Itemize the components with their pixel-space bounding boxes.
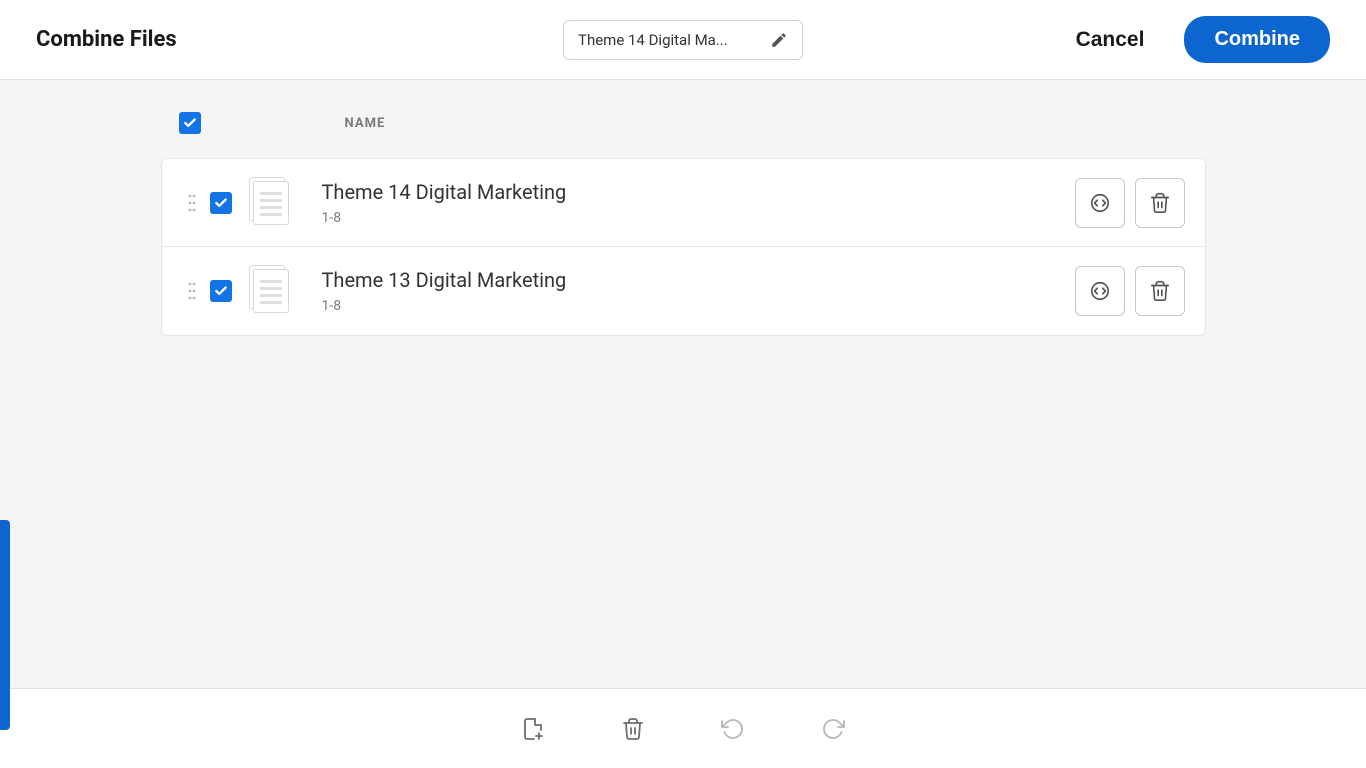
table-header: NAME: [161, 98, 1206, 158]
bottom-toolbar: [0, 688, 1366, 768]
file-pages: 1-8: [322, 210, 1075, 226]
table-row: Theme 14 Digital Marketing 1-8: [162, 159, 1205, 247]
add-file-button[interactable]: [518, 714, 548, 744]
cancel-button[interactable]: Cancel: [1076, 28, 1145, 52]
topbar: Combine Files Theme 14 Digital Ma... Can…: [0, 0, 1366, 80]
column-header-name: NAME: [345, 116, 386, 131]
combine-button[interactable]: Combine: [1184, 16, 1330, 63]
file-pages: 1-8: [322, 298, 1075, 314]
topbar-actions: Cancel Combine: [1076, 16, 1330, 63]
expand-button[interactable]: [1075, 266, 1125, 316]
trash-icon: [1149, 192, 1171, 214]
file-list: Theme 14 Digital Marketing 1-8: [161, 158, 1206, 336]
filename-input[interactable]: Theme 14 Digital Ma...: [563, 20, 803, 60]
select-all-checkbox[interactable]: [179, 112, 201, 134]
drag-handle-icon[interactable]: [182, 194, 202, 212]
file-list-container: NAME Theme 14 Digital Marketing 1-: [161, 98, 1206, 336]
filename-text: Theme 14 Digital Ma...: [578, 31, 728, 49]
page-title: Combine Files: [36, 27, 177, 52]
trash-icon: [621, 717, 645, 741]
side-panel-tab[interactable]: [0, 520, 10, 730]
file-name: Theme 14 Digital Marketing: [322, 180, 1075, 204]
document-icon: [253, 181, 289, 225]
expand-icon: [1089, 280, 1111, 302]
add-file-icon: [521, 717, 545, 741]
undo-icon: [721, 717, 745, 741]
row-checkbox[interactable]: [210, 280, 232, 302]
table-row: Theme 13 Digital Marketing 1-8: [162, 247, 1205, 335]
delete-selected-button[interactable]: [618, 714, 648, 744]
row-checkbox[interactable]: [210, 192, 232, 214]
redo-button[interactable]: [818, 714, 848, 744]
undo-button[interactable]: [718, 714, 748, 744]
trash-icon: [1149, 280, 1171, 302]
document-icon: [253, 269, 289, 313]
expand-icon: [1089, 192, 1111, 214]
delete-button[interactable]: [1135, 178, 1185, 228]
pencil-icon[interactable]: [770, 31, 788, 49]
drag-handle-icon[interactable]: [182, 282, 202, 300]
body-area: NAME Theme 14 Digital Marketing 1-: [0, 80, 1366, 688]
file-name: Theme 13 Digital Marketing: [322, 268, 1075, 292]
delete-button[interactable]: [1135, 266, 1185, 316]
expand-button[interactable]: [1075, 178, 1125, 228]
redo-icon: [821, 717, 845, 741]
